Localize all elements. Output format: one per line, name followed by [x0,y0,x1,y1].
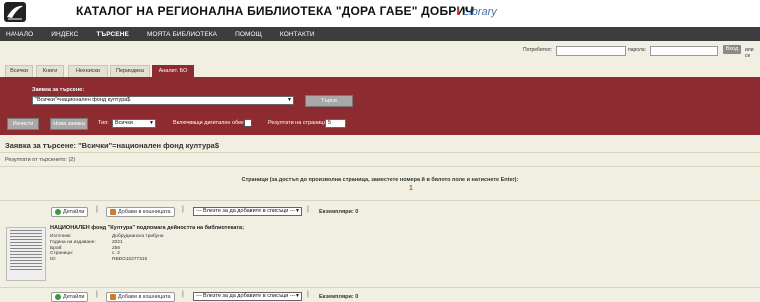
nav-my-library[interactable]: МОЯТА БИБЛИОТЕКА [147,31,217,38]
details-icon [55,209,61,215]
digital-object-label: Включващи дигитален обект: [173,120,248,126]
record-meta-labels: Източник: Година на издаване: Брой: Стра… [50,234,96,263]
divider [0,200,760,201]
login-bar: Потребител: парола: Вход или се [0,41,760,59]
record-meta-values: Добруджанска трибуна 2021 256 с. 2 RBDG1… [112,234,164,263]
record-thumbnail[interactable] [6,227,46,281]
nav-help[interactable]: ПОМОЩ [235,31,262,38]
details-icon [55,294,61,300]
per-page-label: Резултати на страница: [268,120,329,126]
new-query-button[interactable]: Нова заявка [50,118,88,130]
add-to-cart-button[interactable]: Добави в кошницата [106,292,175,302]
tab-books[interactable]: Книги [36,65,64,77]
separator: | [182,291,184,298]
register-link[interactable]: или се [745,47,760,59]
nav-home[interactable]: НАЧАЛО [6,31,33,38]
nav-search[interactable]: ТЪРСЕНЕ [96,31,129,38]
copies-count: Екземпляри: 0 [319,294,359,300]
record-title[interactable]: НАЦИОНАЛЕН фонд "Култура" подпомага дейн… [50,225,244,231]
search-panel: Заявка за търсене: "Всички"=национален ф… [0,77,760,135]
nav-index[interactable]: ИНДЕКС [51,31,78,38]
separator: | [96,291,98,298]
copies-count: Екземпляри: 0 [319,209,359,215]
cart-icon [110,294,116,300]
pages-info: Страници (за достъп до произволна страни… [241,177,519,183]
divider [0,152,760,153]
tab-analytical[interactable]: Аналит. БО [152,65,194,77]
catalog-title: КАТАЛОГ НА РЕГИОНАЛНА БИБЛИОТЕКА "ДОРА Г… [76,4,474,18]
separator: | [182,206,184,213]
divider [0,287,760,288]
header: КАТАЛОГ НА РЕГИОНАЛНА БИБЛИОТЕКА "ДОРА Г… [0,0,760,27]
query-label: Заявка за търсене: [32,87,85,93]
add-to-cart-button[interactable]: Добави в кошницата [106,207,175,217]
tab-non-books[interactable]: Нехниски [68,65,108,77]
details-button[interactable]: Детайли [51,207,89,217]
library-logo-icon[interactable] [4,2,26,22]
type-select[interactable]: Всички ▼ [112,119,156,128]
digital-object-checkbox[interactable] [244,119,252,127]
cart-icon [110,209,116,215]
divider [0,166,760,167]
password-label: парола: [628,47,647,53]
nav-contacts[interactable]: КОНТАКТИ [280,31,315,38]
separator: | [96,206,98,213]
tab-all[interactable]: Всички [5,65,33,77]
query-input[interactable]: "Всички"=национален фонд култура$ ▼ [32,96,294,105]
main-nav: НАЧАЛО ИНДЕКС ТЪРСЕНЕ МОЯТА БИБЛИОТЕКА П… [0,27,760,41]
password-input[interactable] [650,46,718,56]
chevron-down-icon: ▼ [295,208,300,214]
user-label: Потребител: [523,47,552,53]
list-select[interactable]: --- Влезте за да добавите в списъци --- … [193,207,302,216]
chevron-down-icon: ▼ [287,97,292,103]
per-page-input[interactable]: 5 [325,119,346,128]
chevron-down-icon: ▼ [149,120,154,126]
search-button[interactable]: Търси [305,95,353,107]
query-heading: Заявка за търсене: "Всички"=национален ф… [5,141,220,150]
login-button[interactable]: Вход [723,45,741,54]
separator: | [307,291,309,298]
tab-periodicals[interactable]: Периодика [110,65,150,77]
username-input[interactable] [556,46,626,56]
result-count: Резултати от търсенето: (2) [5,157,76,163]
chevron-down-icon: ▼ [295,293,300,299]
type-label: Тип: [98,120,109,126]
details-button[interactable]: Детайли [51,292,89,302]
ilibrary-brand: i Library [457,6,497,18]
page-link-1[interactable]: 1 [0,185,760,192]
separator: | [307,206,309,213]
clear-button[interactable]: Изчисти [7,118,39,130]
